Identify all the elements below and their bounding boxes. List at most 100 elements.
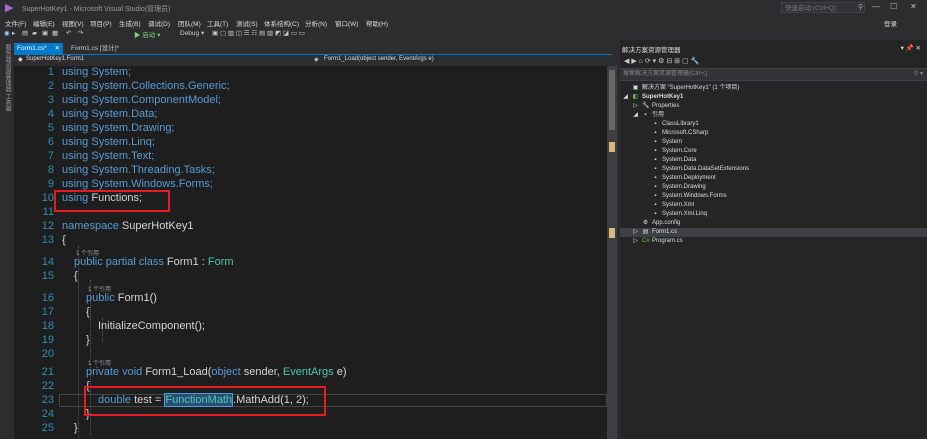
line-number: 15	[41, 270, 54, 282]
tab-form1-designer[interactable]: Form1.cs [设计]*	[68, 43, 122, 54]
tree-item[interactable]: ▪ Microsoft.CSharp	[642, 129, 708, 138]
editor-vertical-scrollbar[interactable]	[607, 66, 617, 439]
tree-item[interactable]: ▪ System	[642, 138, 682, 147]
indent-guide	[78, 246, 79, 438]
menu-debug[interactable]: 调试(D)	[148, 18, 170, 28]
code-line: }	[86, 334, 90, 346]
tree-item[interactable]: ▪ System.Drawing	[642, 183, 705, 192]
save-icon[interactable]: ▣	[42, 29, 48, 37]
code-line: public partial class Form1 : Form	[74, 256, 234, 268]
navigation-bar: ◆ SuperHotKey1.Form1 ◈ Form1_Load(object…	[14, 55, 612, 65]
line-number: 24	[41, 408, 54, 420]
menu-edit[interactable]: 编辑(E)	[33, 18, 55, 28]
assembly-icon: ▪	[654, 184, 657, 190]
menu-window[interactable]: 窗口(W)	[335, 18, 358, 28]
tab-label: Form1.cs*	[17, 45, 47, 52]
tree-item[interactable]: ▪ System.Core	[642, 147, 696, 156]
code-line: {	[62, 234, 66, 246]
line-number: 23	[41, 394, 54, 406]
forward-icon[interactable]: ▸	[12, 29, 15, 37]
tree-item[interactable]: ▪ System.Deployment	[642, 174, 715, 183]
form-file-icon: ▤	[642, 229, 649, 235]
menu-project[interactable]: 项目(P)	[90, 18, 112, 28]
tree-item[interactable]: ▷ C# Program.cs	[632, 237, 683, 246]
menu-team[interactable]: 团队(M)	[178, 18, 201, 28]
assembly-icon: ▪	[654, 175, 657, 181]
menu-tools[interactable]: 工具(T)	[207, 18, 228, 28]
code-line: using System.Linq;	[62, 136, 155, 148]
menu-view[interactable]: 视图(V)	[62, 18, 84, 28]
expand-icon: ◢	[623, 94, 628, 100]
tree-item[interactable]: ▪ System.Data.DataSetExtensions	[642, 165, 749, 174]
code-line: using System.Drawing;	[62, 122, 175, 134]
menu-architecture[interactable]: 体系结构(C)	[264, 18, 299, 28]
toolbar-icons[interactable]: ◀ ▶ ⌂ ⟳ ▾ ⚙ ⊟ ⊞ ▢ 🔧	[624, 57, 699, 65]
config-dropdown[interactable]: Debug ▾	[180, 29, 204, 37]
menu-test[interactable]: 测试(S)	[236, 18, 258, 28]
start-button[interactable]: ▶ 启动 ▾	[134, 29, 160, 39]
tree-item[interactable]: ▪ ClassLibrary1	[642, 120, 698, 129]
menu-file[interactable]: 文件(F)	[5, 18, 26, 28]
change-marker	[609, 228, 615, 238]
class-scope-dropdown[interactable]: SuperHotKey1.Form1	[26, 56, 84, 62]
close-icon[interactable]: ✕	[54, 45, 59, 52]
search-icon[interactable]: ⚲ ▾	[914, 69, 923, 80]
csharp-project-icon: ◧	[632, 94, 639, 100]
line-number: 13	[41, 234, 54, 246]
code-line: }	[74, 422, 78, 434]
menu-bar: 文件(F) 编辑(E) 视图(V) 项目(P) 生成(B) 调试(D) 团队(M…	[0, 16, 927, 28]
search-icon[interactable]: ⚲	[858, 3, 863, 11]
code-line: using System.Text;	[62, 150, 155, 162]
tree-item[interactable]: ◢ ▪ 引用	[632, 111, 664, 120]
tree-item[interactable]: ▪ System.Xml	[642, 201, 694, 210]
tree-item[interactable]: ▷ 🔧 Properties	[632, 102, 679, 111]
code-line: {	[74, 270, 78, 282]
tree-item[interactable]: ▣ 解决方案 “SuperHotKey1” (1 个项目)	[622, 84, 740, 93]
tree-item[interactable]: ▪ System.Xml.Linq	[642, 210, 707, 219]
login-link[interactable]: 登录	[884, 18, 897, 28]
tree-item[interactable]: ◢ ◧ SuperHotKey1	[622, 93, 683, 102]
toolbar-icons[interactable]: ▣ ▢ ▥ ◫ ☰ ☷ ▤ ▨ ◩ ◪ ▭ ▭	[212, 29, 305, 37]
solution-explorer-search[interactable]: 搜索解决方案资源管理器(Ctrl+;) ⚲ ▾	[620, 68, 927, 81]
close-button[interactable]: ✕	[910, 2, 917, 11]
line-number: 25	[41, 422, 54, 434]
undo-icon[interactable]: ↶	[66, 29, 71, 37]
code-line: namespace SuperHotKey1	[62, 220, 194, 232]
save-all-icon[interactable]: ▦	[52, 29, 58, 37]
search-placeholder: 搜索解决方案资源管理器(Ctrl+;)	[623, 71, 708, 77]
menu-analyze[interactable]: 分析(N)	[305, 18, 327, 28]
window-title: SuperHotKey1 - Microsoft Visual Studio(管…	[22, 6, 171, 13]
class-icon: ◆	[18, 57, 23, 63]
maximize-button[interactable]: ☐	[890, 2, 897, 11]
quick-launch-input[interactable]: 快速启动 (Ctrl+Q)	[781, 2, 865, 13]
open-icon[interactable]: ▰	[32, 29, 37, 37]
tab-label: Form1.cs [设计]*	[71, 45, 120, 52]
annotation-box	[54, 190, 170, 212]
minimize-button[interactable]: —	[872, 2, 880, 11]
tree-item-selected[interactable]: ▷ ▤ Form1.cs	[620, 228, 927, 237]
server-explorer-tab[interactable]: 服务器资源管理器 工具箱	[3, 44, 12, 112]
new-project-icon[interactable]: ▤	[22, 29, 28, 37]
code-editor[interactable]: 1 2 3 4 5 6 7 8 9 10 11 12 13 14 15 16 1…	[14, 66, 607, 439]
line-number: 17	[41, 306, 54, 318]
code-line: using System;	[62, 66, 132, 78]
tree-item[interactable]: ▪ System.Windows.Forms	[642, 192, 726, 201]
line-number: 11	[42, 206, 54, 218]
menu-help[interactable]: 帮助(H)	[366, 18, 388, 28]
line-number: 12	[41, 220, 54, 232]
code-line: public Form1()	[86, 292, 157, 304]
menu-build[interactable]: 生成(B)	[119, 18, 141, 28]
pin-icon[interactable]: ▾ 📌 ✕	[901, 44, 921, 52]
scrollbar-thumb[interactable]	[609, 70, 615, 130]
tree-item[interactable]: ▪ System.Data	[642, 156, 696, 165]
line-number: 5	[47, 122, 54, 134]
visual-studio-icon: ▶	[5, 2, 14, 14]
tree-item[interactable]: ⚙ App.config	[632, 219, 681, 228]
tab-form1-cs[interactable]: Form1.cs* ✕	[14, 43, 63, 54]
panel-title: 解决方案资源管理器	[622, 47, 681, 54]
solution-explorer: 解决方案资源管理器 ▾ 📌 ✕ ◀ ▶ ⌂ ⟳ ▾ ⚙ ⊟ ⊞ ▢ 🔧 搜索解决…	[620, 40, 927, 439]
member-scope-dropdown[interactable]: Form1_Load(object sender, EventArgs e)	[324, 56, 434, 62]
line-number: 19	[41, 334, 54, 346]
back-icon[interactable]: ◉	[4, 29, 10, 37]
redo-icon[interactable]: ↷	[78, 29, 83, 37]
